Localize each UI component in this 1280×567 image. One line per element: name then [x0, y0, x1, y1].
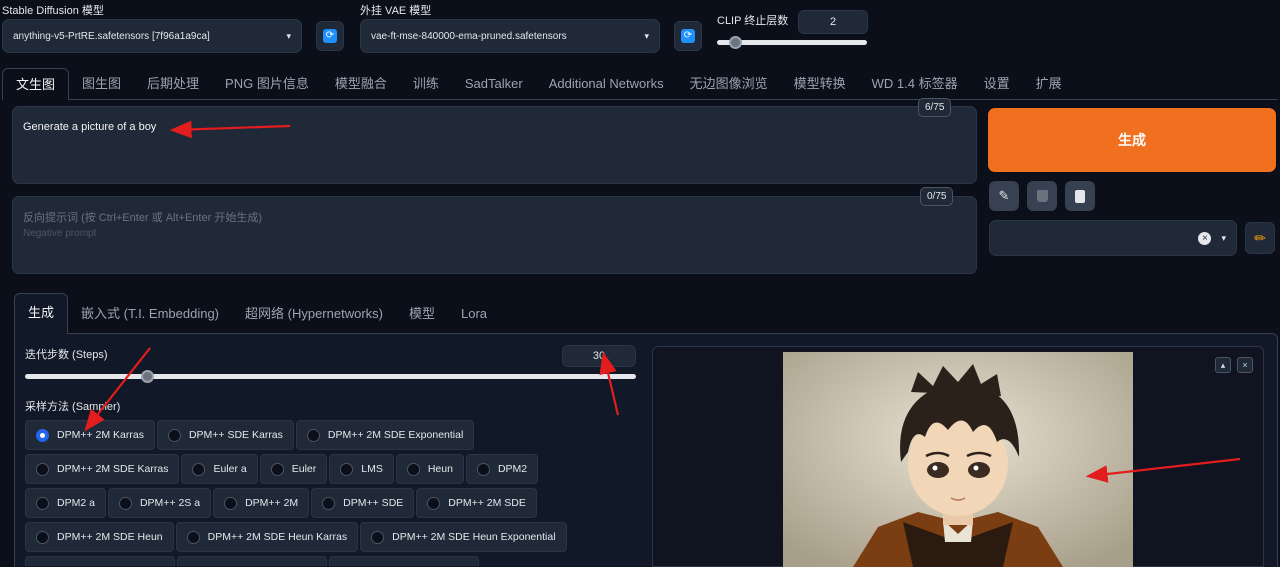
arrow-to-steps	[599, 351, 620, 416]
arrow-to-image	[1085, 457, 1241, 483]
arrow-to-prompt	[169, 120, 291, 139]
arrow-to-sampler	[84, 347, 151, 432]
annotation-arrows	[84, 120, 1241, 483]
